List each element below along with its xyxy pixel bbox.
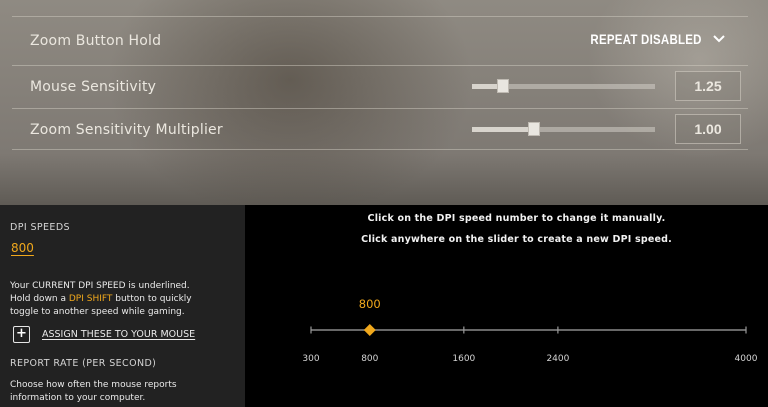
game-settings-panel: Zoom Button Hold REPEAT DISABLED Mouse S… [0, 0, 768, 205]
report-rate-heading: REPORT RATE (PER SECOND) [10, 358, 157, 369]
plus-icon: + [13, 326, 30, 343]
report-rate-help-text: Choose how often the mouse reports infor… [10, 379, 238, 405]
assign-to-mouse-label: ASSIGN THESE TO YOUR MOUSE [42, 329, 196, 340]
dpi-tick-label: 4000 [735, 354, 758, 364]
dpi-speed-label[interactable]: 800 [359, 297, 381, 311]
dpi-slider-area: Click on the DPI speed number to change … [245, 205, 768, 407]
dpi-tick-label: 300 [302, 354, 319, 364]
zoom-sensitivity-multiplier-input[interactable]: 1.00 [675, 114, 741, 144]
dpi-instruction-2: Click anywhere on the slider to create a… [361, 234, 672, 245]
dpi-help-line-2-start: Hold down a [10, 294, 69, 304]
dpi-shift-highlight: DPI SHIFT [68, 294, 113, 304]
dpi-tick-label: 1600 [452, 354, 475, 364]
zoom-button-hold-label: Zoom Button Hold [30, 33, 162, 49]
zoom-button-hold-row: Zoom Button Hold REPEAT DISABLED [12, 16, 748, 64]
mouse-sensitivity-input[interactable]: 1.25 [675, 71, 741, 101]
assign-to-mouse-button[interactable]: + ASSIGN THESE TO YOUR MOUSE [13, 326, 195, 343]
chevron-down-icon [713, 35, 725, 43]
zoom-sensitivity-multiplier-slider-fill [472, 127, 535, 132]
dpi-help-text: Your CURRENT DPI SPEED is underlined. Ho… [10, 280, 238, 319]
dpi-slider[interactable]: 300 800 1600 2400 4000 800 [245, 285, 768, 375]
report-rate-help-line-2: information to your computer. [10, 393, 146, 403]
zoom-sensitivity-multiplier-slider[interactable] [472, 122, 655, 136]
dpi-help-line-2-end: button to quickly [112, 294, 192, 304]
mouse-sensitivity-slider-thumb[interactable] [497, 79, 510, 93]
dpi-help-line-1: Your CURRENT DPI SPEED is underlined. [10, 281, 190, 291]
dpi-speeds-heading: DPI SPEEDS [10, 222, 70, 233]
zoom-sensitivity-multiplier-slider-thumb[interactable] [528, 122, 541, 136]
dpi-settings-sidebar: DPI SPEEDS 800 Your CURRENT DPI SPEED is… [0, 205, 245, 407]
zoom-sensitivity-multiplier-label: Zoom Sensitivity Multiplier [30, 122, 223, 138]
dpi-help-line-3: toggle to another speed while gaming. [10, 307, 185, 317]
dpi-help-line-2: Hold down a DPI SHIFT button to quickly [10, 293, 238, 306]
dpi-instruction-1: Click on the DPI speed number to change … [367, 213, 666, 224]
current-dpi-speed[interactable]: 800 [11, 241, 34, 255]
mouse-sensitivity-slider[interactable] [472, 79, 655, 93]
dpi-speed-marker[interactable] [363, 324, 376, 336]
mouse-sensitivity-row: Mouse Sensitivity 1.25 [12, 65, 748, 107]
zoom-button-hold-value: REPEAT DISABLED [590, 31, 702, 47]
dpi-tick-label: 2400 [546, 354, 569, 364]
zoom-button-hold-dropdown[interactable]: REPEAT DISABLED [566, 31, 726, 47]
mouse-sensitivity-label: Mouse Sensitivity [30, 79, 157, 95]
report-rate-help-line-1: Choose how often the mouse reports [10, 380, 177, 390]
dpi-tick-label: 800 [361, 354, 378, 364]
zoom-sensitivity-multiplier-row: Zoom Sensitivity Multiplier 1.00 [12, 108, 748, 150]
